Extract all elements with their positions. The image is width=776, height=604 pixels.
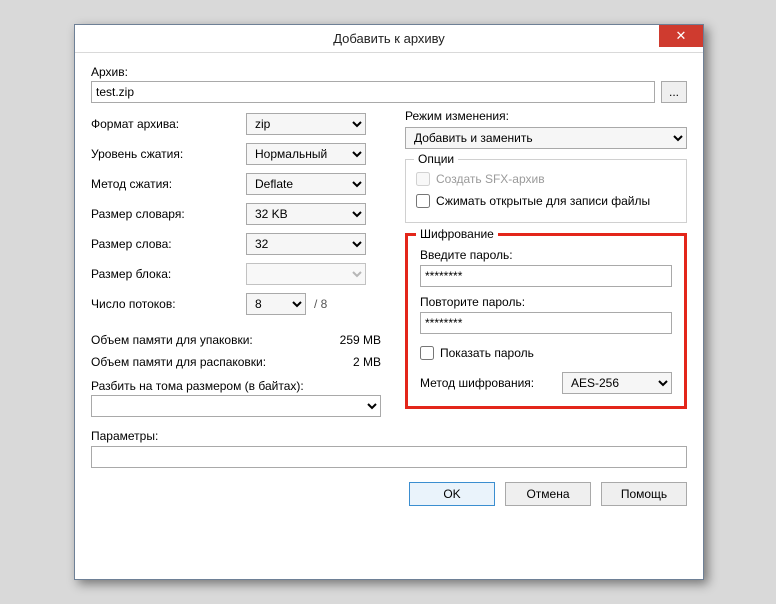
encryption-legend: Шифрование (416, 227, 498, 241)
params-label: Параметры: (91, 429, 687, 443)
threads-select[interactable]: 8 (246, 293, 306, 315)
params-input[interactable] (91, 446, 687, 468)
show-password-label: Показать пароль (440, 346, 534, 360)
mem-unpack-value: 2 MB (353, 355, 381, 369)
window-title: Добавить к архиву (75, 31, 703, 46)
password-repeat-input[interactable] (420, 312, 672, 334)
split-label: Разбить на тома размером (в байтах): (91, 379, 381, 393)
cancel-button[interactable]: Отмена (505, 482, 591, 506)
format-select[interactable]: zip (246, 113, 366, 135)
dict-select[interactable]: 32 KB (246, 203, 366, 225)
archive-path-input[interactable] (91, 81, 655, 103)
threads-label: Число потоков: (91, 297, 246, 311)
mode-select[interactable]: Добавить и заменить (405, 127, 687, 149)
titlebar: Добавить к архиву ✕ (75, 25, 703, 53)
format-label: Формат архива: (91, 117, 246, 131)
level-label: Уровень сжатия: (91, 147, 246, 161)
compress-open-checkbox[interactable] (416, 194, 430, 208)
password-label: Введите пароль: (420, 248, 672, 262)
mem-pack-value: 259 MB (340, 333, 381, 347)
enc-method-select[interactable]: AES-256 (562, 372, 672, 394)
mem-unpack-label: Объем памяти для распаковки: (91, 355, 266, 369)
close-button[interactable]: ✕ (659, 25, 703, 47)
sfx-label: Создать SFX-архив (436, 172, 545, 186)
compress-open-label: Сжимать открытые для записи файлы (436, 194, 650, 208)
mem-pack-label: Объем памяти для упаковки: (91, 333, 253, 347)
button-bar: OK Отмена Помощь (91, 482, 687, 506)
close-icon: ✕ (676, 28, 687, 44)
method-select[interactable]: Deflate (246, 173, 366, 195)
options-group: Опции Создать SFX-архив Сжимать открытые… (405, 159, 687, 223)
sfx-checkbox (416, 172, 430, 186)
level-select[interactable]: Нормальный (246, 143, 366, 165)
dict-label: Размер словаря: (91, 207, 246, 221)
ok-button[interactable]: OK (409, 482, 495, 506)
word-label: Размер слова: (91, 237, 246, 251)
ellipsis-icon: ... (669, 85, 679, 99)
block-select (246, 263, 366, 285)
mode-label: Режим изменения: (405, 109, 687, 123)
options-legend: Опции (414, 152, 458, 166)
split-combo[interactable] (91, 395, 381, 417)
password-input[interactable] (420, 265, 672, 287)
archive-label: Архив: (91, 65, 687, 79)
dialog-body: Архив: ... Формат архива: zip Уровень сж… (75, 53, 703, 516)
dialog-window: Добавить к архиву ✕ Архив: ... Формат ар… (74, 24, 704, 580)
threads-max: / 8 (314, 297, 327, 311)
word-select[interactable]: 32 (246, 233, 366, 255)
right-column: Режим изменения: Добавить и заменить Опц… (405, 109, 687, 417)
help-button[interactable]: Помощь (601, 482, 687, 506)
block-label: Размер блока: (91, 267, 246, 281)
method-label: Метод сжатия: (91, 177, 246, 191)
password-repeat-label: Повторите пароль: (420, 295, 672, 309)
encryption-group: Шифрование Введите пароль: Повторите пар… (405, 233, 687, 409)
enc-method-label: Метод шифрования: (420, 376, 562, 390)
browse-button[interactable]: ... (661, 81, 687, 103)
show-password-checkbox[interactable] (420, 346, 434, 360)
left-column: Формат архива: zip Уровень сжатия: Норма… (91, 109, 381, 417)
